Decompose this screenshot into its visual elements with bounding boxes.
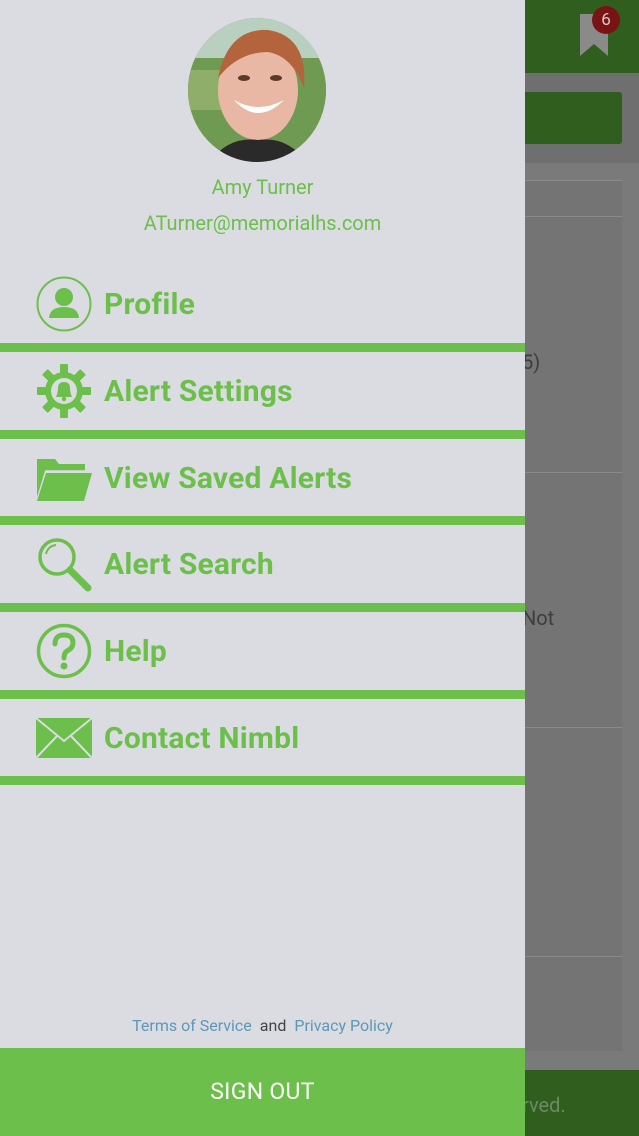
- alert-card: [520, 180, 622, 216]
- footer-text: rved.: [522, 1093, 566, 1117]
- divider: [0, 430, 525, 439]
- menu-label: Alert Search: [104, 546, 274, 582]
- menu-label: Help: [104, 633, 167, 669]
- divider: [0, 516, 525, 525]
- alert-card: [520, 472, 622, 727]
- divider: [0, 343, 525, 352]
- navigation-drawer: Amy Turner ATurner@memorialhs.com Profil…: [0, 0, 525, 1136]
- menu-label: Profile: [104, 286, 196, 322]
- help-icon: [34, 621, 94, 681]
- menu-item-help[interactable]: Help: [0, 612, 525, 690]
- user-email: ATurner@memorialhs.com: [143, 211, 382, 235]
- divider: [0, 776, 525, 785]
- alert-card: [520, 727, 622, 956]
- divider: [0, 603, 525, 612]
- menu-item-view-saved-alerts[interactable]: View Saved Alerts: [0, 439, 525, 517]
- person-icon: [34, 274, 94, 334]
- menu-label: Contact Nimbl: [104, 720, 300, 756]
- menu-item-contact-nimbl[interactable]: Contact Nimbl: [0, 699, 525, 777]
- search-icon: [34, 534, 94, 594]
- menu-item-profile[interactable]: Profile: [0, 265, 525, 343]
- menu-label: View Saved Alerts: [104, 460, 353, 496]
- terms-of-service-link[interactable]: Terms of Service: [132, 1016, 252, 1035]
- user-name: Amy Turner: [211, 175, 314, 199]
- sign-out-button[interactable]: SIGN OUT: [0, 1048, 525, 1136]
- avatar[interactable]: [188, 18, 326, 162]
- and-text: and: [259, 1016, 287, 1035]
- alert-card: [520, 216, 622, 472]
- menu-item-alert-settings[interactable]: Alert Settings: [0, 352, 525, 430]
- menu-item-alert-search[interactable]: Alert Search: [0, 525, 525, 603]
- gear-bell-icon: [34, 361, 94, 421]
- card-text: Not: [522, 606, 555, 630]
- notification-badge: 6: [592, 6, 620, 34]
- mail-icon: [34, 708, 94, 768]
- menu-label: Alert Settings: [104, 373, 293, 409]
- legal-links: Terms of Service and Privacy Policy: [0, 1016, 525, 1035]
- folder-icon: [34, 448, 94, 508]
- alert-card: [520, 956, 622, 1051]
- privacy-policy-link[interactable]: Privacy Policy: [294, 1016, 393, 1035]
- divider: [0, 690, 525, 699]
- search-button[interactable]: [520, 92, 622, 144]
